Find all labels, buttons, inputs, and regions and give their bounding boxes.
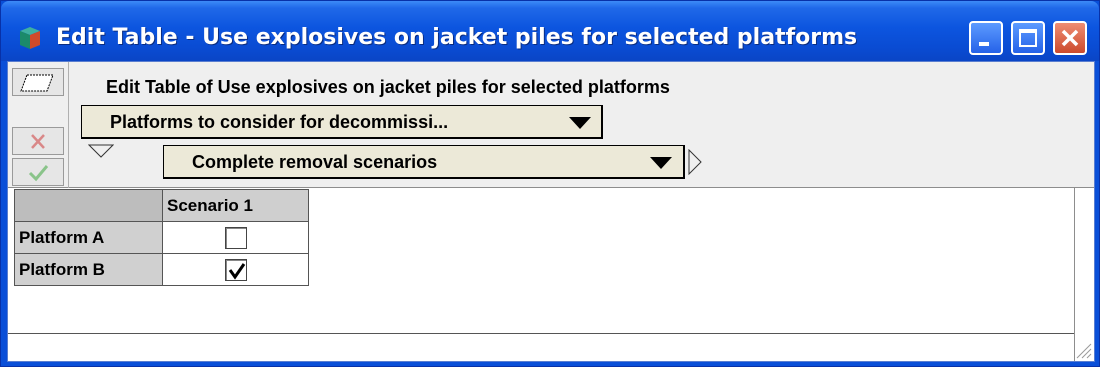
cancel-x-icon — [31, 134, 45, 149]
data-table: Scenario 1 Platform A Platform B — [14, 189, 309, 286]
table-row: Platform A — [14, 221, 309, 254]
checkmark-icon — [228, 262, 245, 280]
pivot-right-arrow-icon[interactable] — [688, 149, 702, 175]
checkbox-unchecked[interactable] — [224, 226, 247, 249]
table-cell[interactable] — [162, 253, 309, 286]
table-row: Platform B — [14, 253, 309, 286]
index-toolbar: Edit Table of Use explosives on jacket p… — [8, 62, 1094, 188]
maximize-button[interactable] — [1011, 21, 1045, 55]
minimize-icon — [979, 42, 989, 46]
title-bar[interactable]: Edit Table - Use explosives on jacket pi… — [1, 1, 1099, 61]
resize-grip-icon[interactable] — [1072, 339, 1092, 359]
row-index-label: Platforms to consider for decommissi... — [110, 112, 449, 132]
edit-definition-button[interactable] — [12, 68, 64, 96]
table-cell[interactable] — [162, 221, 309, 254]
close-button[interactable] — [1053, 21, 1087, 55]
close-icon — [1061, 29, 1079, 47]
client-area: Edit Table of Use explosives on jacket p… — [7, 61, 1095, 362]
dropdown-arrow-icon — [569, 117, 591, 129]
checkmark-icon — [28, 165, 49, 182]
status-strip — [8, 333, 1074, 361]
edit-table-caption: Edit Table of Use explosives on jacket p… — [106, 77, 670, 97]
window-title: Edit Table - Use explosives on jacket pi… — [56, 25, 858, 50]
pivot-down-arrow-icon[interactable] — [88, 144, 114, 158]
edit-table-window: Edit Table - Use explosives on jacket pi… — [0, 0, 1100, 367]
app-icon — [20, 27, 40, 49]
header-row: Scenario 1 — [14, 189, 309, 222]
right-gutter — [1074, 188, 1094, 361]
column-header[interactable]: Scenario 1 — [162, 189, 309, 222]
maximize-icon — [1019, 29, 1037, 47]
edit-button-strip — [8, 62, 69, 188]
accept-button[interactable] — [12, 158, 64, 186]
row-header[interactable]: Platform B — [14, 253, 163, 286]
dropdown-arrow-icon — [650, 157, 672, 169]
cancel-button[interactable] — [12, 127, 64, 155]
column-index-label: Complete removal scenarios — [192, 152, 438, 172]
parallelogram-icon — [20, 74, 54, 92]
row-header[interactable]: Platform A — [14, 221, 163, 254]
row-index-dropdown[interactable]: Platforms to consider for decommissi... — [81, 105, 603, 139]
minimize-button[interactable] — [969, 21, 1003, 55]
table-grid: Scenario 1 Platform A Platform B — [8, 188, 1074, 333]
corner-cell — [14, 189, 163, 222]
column-index-dropdown[interactable]: Complete removal scenarios — [163, 145, 685, 179]
checkbox-checked[interactable] — [224, 258, 247, 281]
